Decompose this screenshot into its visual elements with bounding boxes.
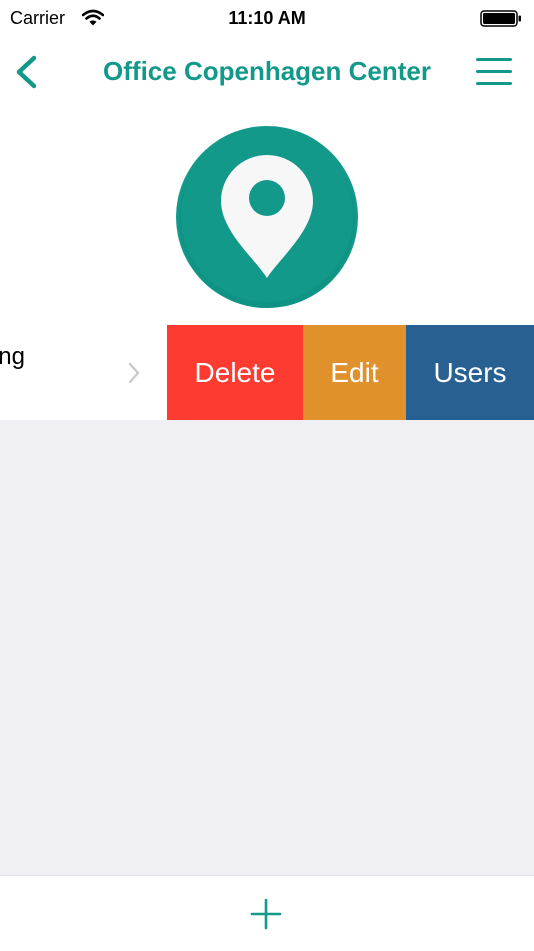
edit-button[interactable]: Edit — [303, 325, 406, 420]
hamburger-menu-icon — [476, 58, 512, 85]
plus-icon — [250, 898, 282, 930]
list-item[interactable]: Meeting Delete Edit Users — [0, 325, 534, 420]
list-item-label: Meeting — [0, 343, 25, 370]
location-header — [0, 104, 534, 325]
list-item-content[interactable]: Meeting — [0, 325, 167, 420]
location-pin-icon — [176, 126, 358, 308]
delete-button[interactable]: Delete — [167, 325, 303, 420]
navigation-bar: Office Copenhagen Center — [0, 40, 534, 104]
chevron-right-icon — [128, 362, 140, 384]
menu-button[interactable] — [474, 55, 514, 89]
status-time: 11:10 AM — [228, 8, 306, 28]
add-button[interactable] — [249, 897, 283, 931]
battery-icon — [480, 10, 521, 27]
chevron-left-icon — [16, 55, 37, 89]
back-button[interactable] — [8, 50, 48, 94]
users-button[interactable]: Users — [406, 325, 534, 420]
status-bar: Carrier 11:10 AM — [0, 0, 534, 40]
bottom-toolbar — [0, 875, 534, 951]
page-title: Office Copenhagen Center — [103, 56, 431, 86]
